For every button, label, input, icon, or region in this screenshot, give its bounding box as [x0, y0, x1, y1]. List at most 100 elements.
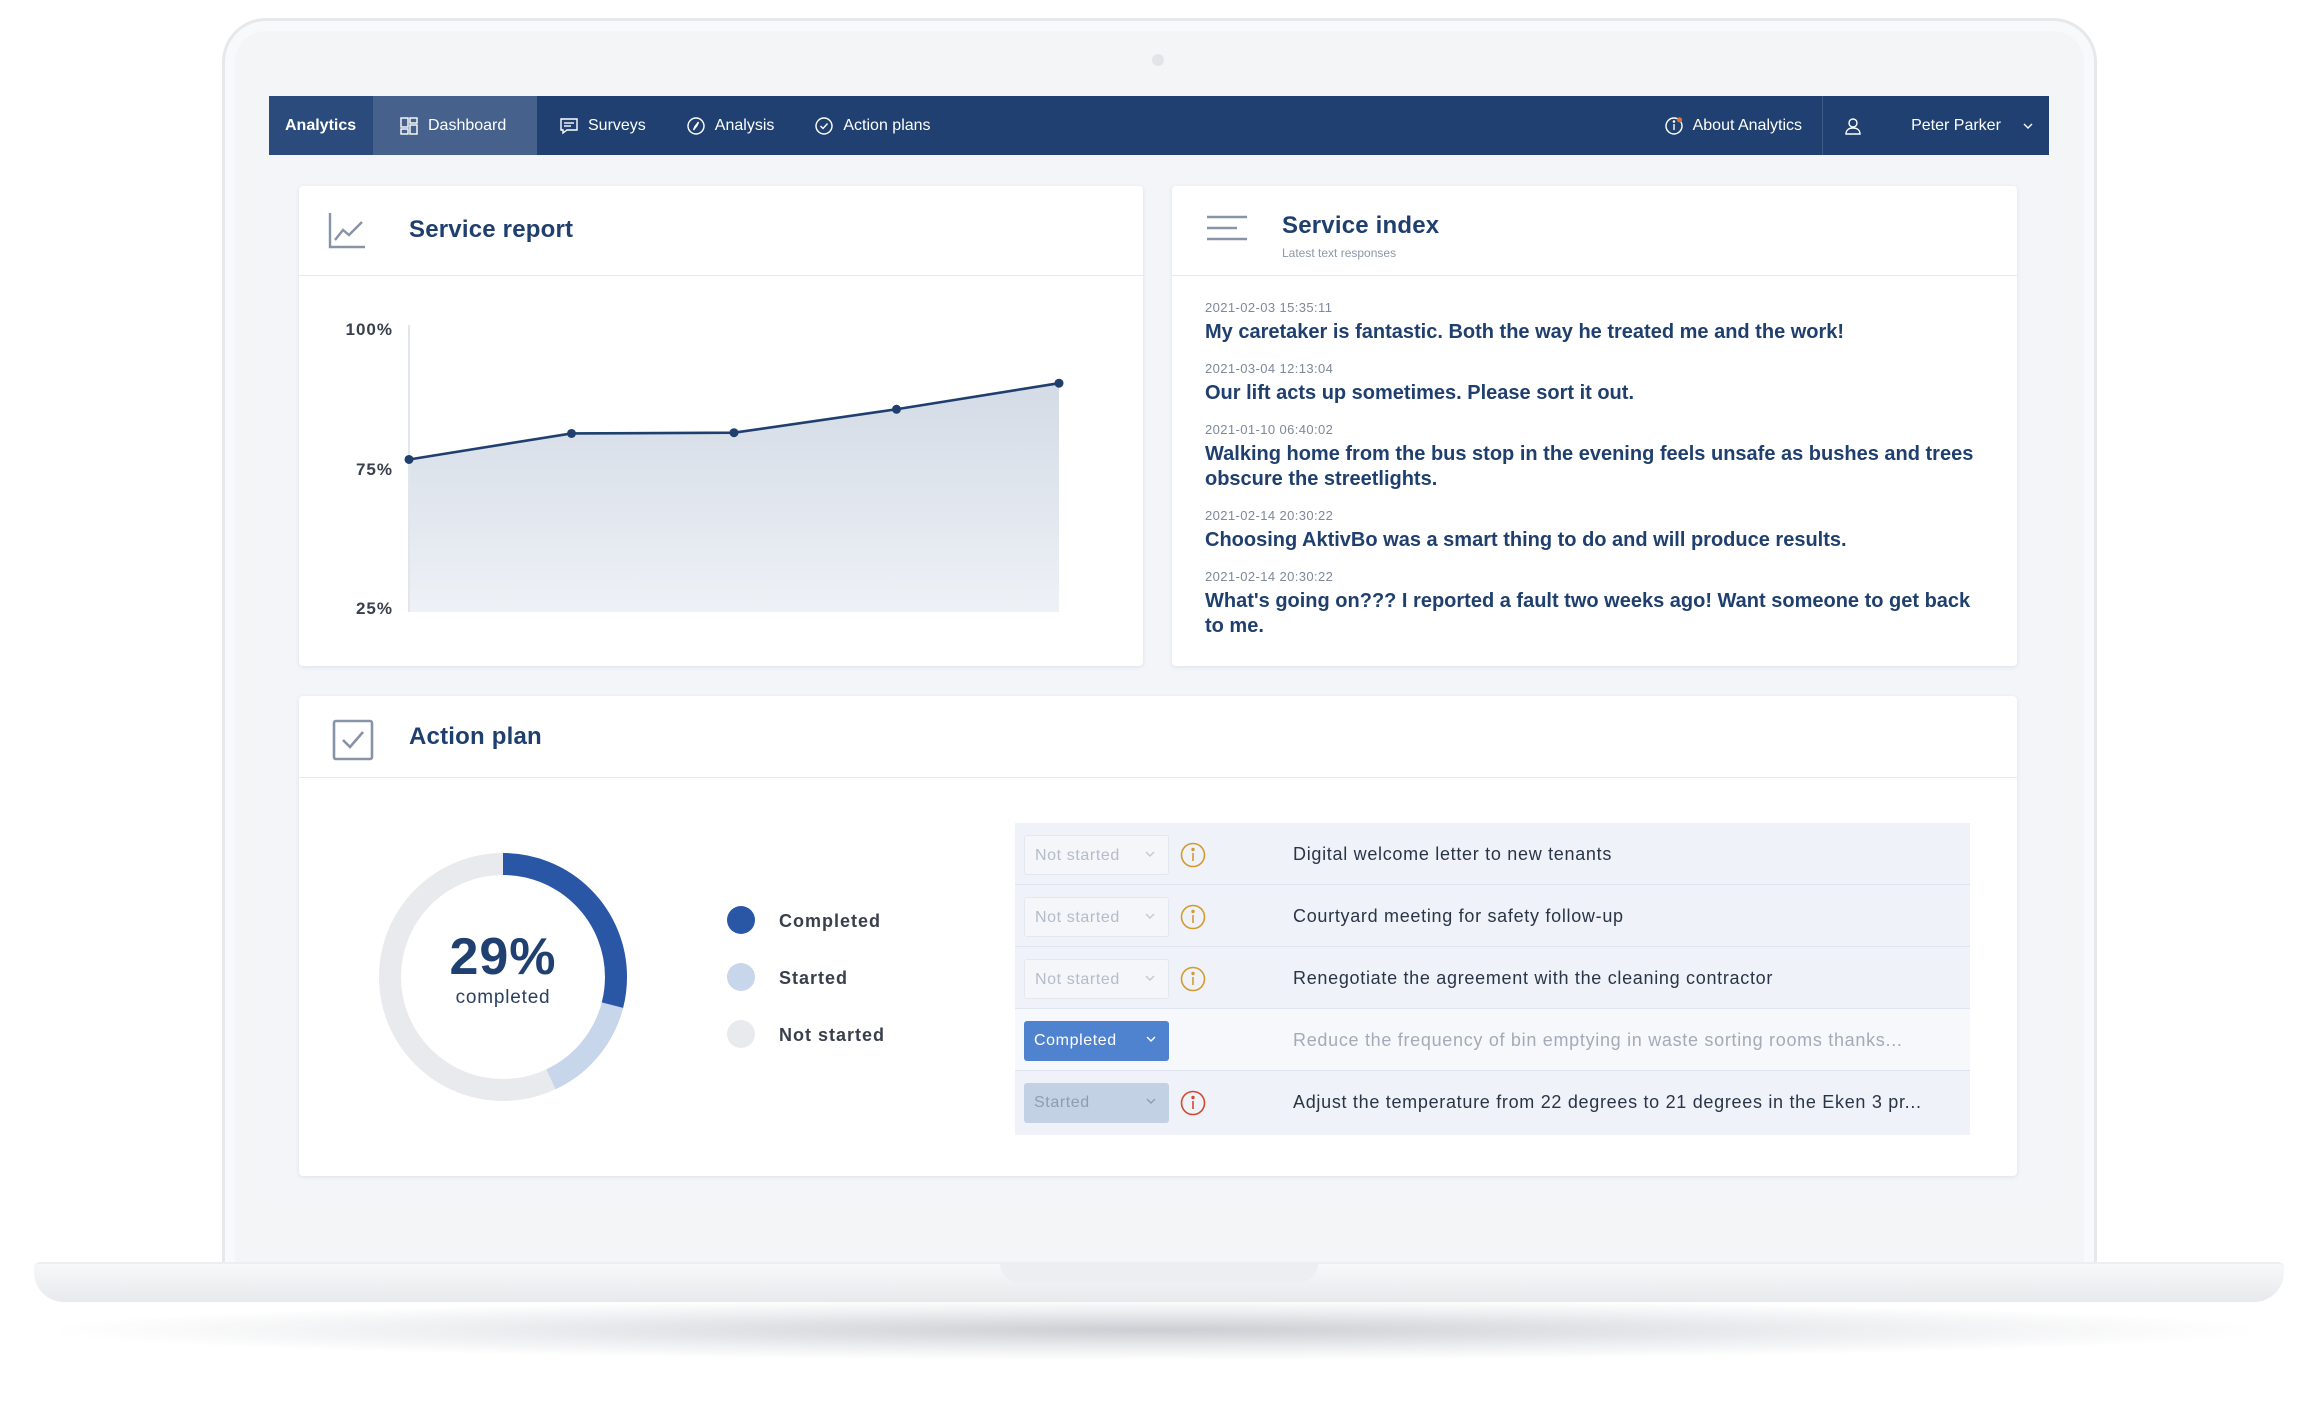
nav-item-action-plans[interactable]: Action plans [794, 96, 950, 155]
chat-bubble-icon [559, 116, 579, 136]
checkbox-icon [332, 719, 374, 761]
card-title: Action plan [409, 723, 542, 750]
response-timestamp: 2021-02-14 20:30:22 [1205, 569, 1334, 584]
response-list: 2021-02-03 15:35:11 My caretaker is fant… [1205, 300, 1975, 655]
nav-item-label: Analysis [714, 116, 775, 134]
chart-point [1054, 378, 1064, 388]
compass-icon [686, 116, 706, 136]
legend-dot [727, 963, 755, 991]
nav-item-analysis[interactable]: Analysis [666, 96, 795, 155]
status-label: Completed [1034, 1032, 1117, 1049]
action-text: Adjust the temperature from 22 degrees t… [1293, 1092, 1922, 1112]
chevron-down-icon [1145, 975, 1155, 981]
legend-dot [727, 1020, 755, 1048]
status-label: Started [1034, 1094, 1090, 1111]
table-row[interactable]: Not started Courtyard meeting for safety… [1015, 885, 1970, 947]
chevron-down-icon [1145, 851, 1155, 857]
response-timestamp: 2021-02-14 20:30:22 [1205, 508, 1334, 523]
service-report-chart: 100% 75% 25% [346, 320, 1064, 618]
nav-about-analytics[interactable]: About Analytics [1644, 96, 1822, 155]
response-timestamp: 2021-03-04 12:13:04 [1205, 361, 1334, 376]
response-text: What's going on??? I reported a fault tw… [1205, 590, 1971, 637]
completion-donut: 29% completed [377, 851, 629, 1103]
nav-brand-label: Analytics [285, 116, 357, 134]
laptop-shadow [60, 1300, 2250, 1360]
list-item: 2021-02-03 15:35:11 My caretaker is fant… [1205, 300, 1975, 345]
user-name: Peter Parker [1911, 116, 2001, 134]
table-row[interactable]: Not started Digital welcome letter to ne… [1015, 823, 1970, 885]
action-plan-card: Action plan 29% completed Completed Star… [299, 696, 2017, 1176]
service-index-card: Service index Latest text responses 2021… [1172, 186, 2017, 666]
donut-caption: completed [455, 987, 551, 1008]
chart-point [567, 428, 576, 438]
donut-percent: 29% [449, 928, 557, 986]
nav-item-dashboard[interactable]: Dashboard [373, 96, 537, 155]
status-label: Not started [1035, 909, 1120, 926]
chart-point [404, 454, 414, 464]
legend-label: Started [779, 968, 849, 988]
nav-item-label: Action plans [843, 116, 931, 134]
nav-item-surveys[interactable]: Surveys [537, 96, 666, 155]
nav-item-label: Dashboard [428, 116, 507, 134]
info-icon[interactable] [1180, 1090, 1206, 1116]
card-header: Service index Latest text responses [1172, 186, 2017, 276]
chevron-down-icon [1145, 913, 1155, 919]
table-row[interactable]: Not started Renegotiate the agreement wi… [1015, 947, 1970, 1009]
status-dropdown[interactable]: Started [1024, 1083, 1169, 1123]
camera-icon [1152, 54, 1164, 66]
y-tick-label: 75% [356, 460, 393, 479]
chevron-down-icon [1146, 1036, 1156, 1042]
y-tick-label: 100% [346, 320, 393, 339]
action-plan-table: Not started Digital welcome letter to ne… [1015, 823, 1970, 1135]
status-label: Not started [1035, 847, 1120, 864]
action-text: Courtyard meeting for safety follow-up [1293, 906, 1624, 926]
list-item: 2021-02-14 20:30:22 What's going on??? I… [1205, 569, 1975, 639]
dashboard-grid-icon [399, 116, 419, 136]
status-dropdown[interactable]: Not started [1024, 959, 1169, 999]
chevron-down-icon [2021, 119, 2035, 133]
legend-label: Completed [779, 911, 882, 931]
service-report-card: Service report 100% 75% 25% [299, 186, 1143, 666]
laptop-notch [1000, 1262, 1318, 1282]
card-title: Service index [1282, 212, 1440, 239]
nav-brand[interactable]: Analytics [269, 96, 373, 155]
action-text: Reduce the frequency of bin emptying in … [1293, 1030, 1903, 1050]
legend-dot [727, 906, 755, 934]
user-icon [1843, 116, 1863, 136]
action-text: Renegotiate the agreement with the clean… [1293, 968, 1774, 988]
info-icon[interactable] [1180, 966, 1206, 992]
donut-label: 29% completed [377, 929, 629, 1009]
text-lines-icon [1207, 215, 1247, 241]
response-text: Walking home from the bus stop in the ev… [1205, 443, 1974, 490]
card-header: Action plan [299, 696, 2017, 778]
check-circle-icon [814, 116, 834, 136]
user-menu[interactable]: Peter Parker [1823, 96, 2049, 155]
table-row[interactable]: Started Adjust the temperature from 22 d… [1015, 1071, 1970, 1133]
status-label: Not started [1035, 971, 1120, 988]
status-dropdown[interactable]: Not started [1024, 835, 1169, 875]
chart-point [892, 404, 901, 414]
status-dropdown[interactable]: Not started [1024, 897, 1169, 937]
y-tick-label: 25% [356, 599, 393, 618]
nav-about-label: About Analytics [1692, 116, 1802, 134]
action-text: Digital welcome letter to new tenants [1293, 844, 1613, 864]
table-row[interactable]: Completed Reduce the frequency of bin em… [1015, 1009, 1970, 1071]
nav-item-label: Surveys [588, 116, 646, 134]
list-item: 2021-01-10 06:40:02 Walking home from th… [1205, 422, 1975, 492]
info-icon[interactable] [1180, 904, 1206, 930]
legend-label: Not started [779, 1025, 886, 1045]
app-screen: Analytics Dashboard Surveys Analysis Act… [269, 96, 2049, 1208]
list-item: 2021-03-04 12:13:04 Our lift acts up som… [1205, 361, 1975, 406]
info-alert-icon [1664, 116, 1684, 136]
response-timestamp: 2021-01-10 06:40:02 [1205, 422, 1334, 437]
response-text: Choosing AktivBo was a smart thing to do… [1205, 529, 1847, 551]
response-timestamp: 2021-02-03 15:35:11 [1205, 300, 1333, 315]
card-subtitle: Latest text responses [1282, 246, 1397, 260]
status-dropdown[interactable]: Completed [1024, 1021, 1169, 1061]
response-text: Our lift acts up sometimes. Please sort … [1205, 382, 1634, 404]
list-item: 2021-02-14 20:30:22 Choosing AktivBo was… [1205, 508, 1975, 553]
response-text: My caretaker is fantastic. Both the way … [1205, 321, 1845, 343]
chevron-down-icon [1146, 1098, 1156, 1104]
info-icon[interactable] [1180, 842, 1206, 868]
